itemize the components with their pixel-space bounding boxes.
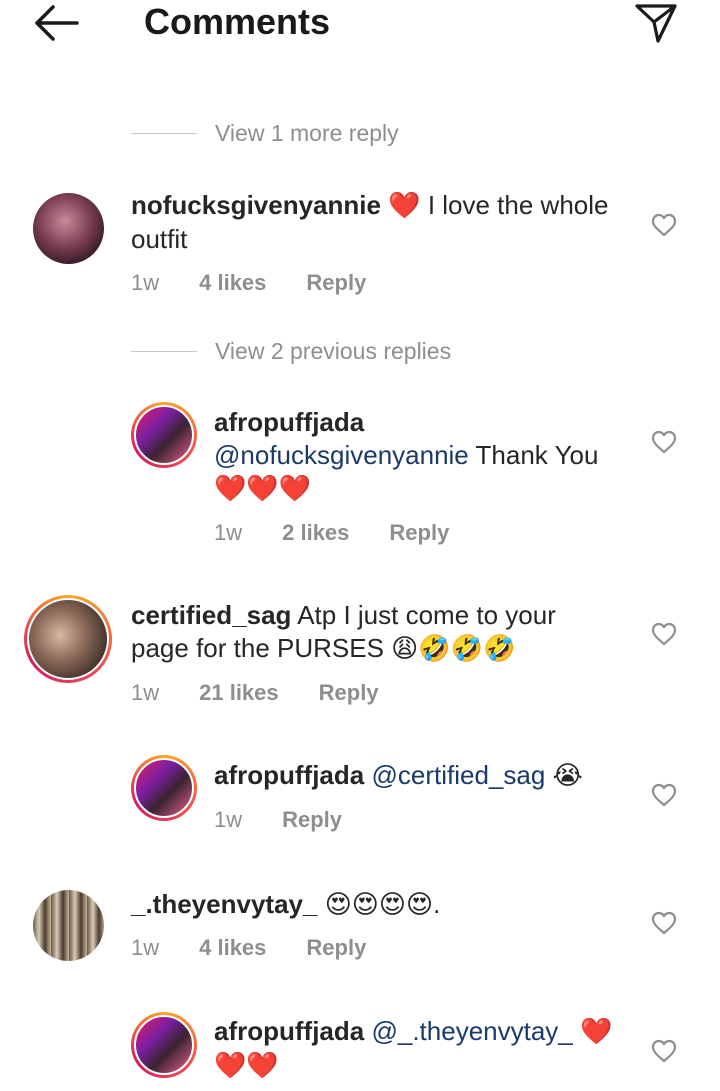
comment-username[interactable]: nofucksgivenyannie <box>131 190 381 220</box>
comment-meta: 1w 2 likes Reply <box>214 520 449 546</box>
avatar[interactable] <box>24 595 112 683</box>
send-icon <box>635 4 677 43</box>
heart-like-icon[interactable] <box>651 1039 677 1063</box>
comment-username[interactable]: afropuffjada <box>214 1016 364 1046</box>
mention-link[interactable]: @certified_sag <box>371 760 545 790</box>
avatar[interactable] <box>33 193 104 264</box>
avatar-image <box>27 598 109 680</box>
comment-body-cont: outfit <box>131 224 188 254</box>
mention-link[interactable]: @_.theyenvytay_ <box>371 1016 572 1046</box>
comment-body: . <box>433 889 441 919</box>
comment-time: 1w <box>131 680 160 705</box>
avatar[interactable] <box>131 402 197 468</box>
comment-body: Thank You <box>475 440 599 470</box>
avatar-image <box>134 405 194 465</box>
share-button[interactable] <box>632 0 680 46</box>
avatar[interactable] <box>131 755 197 821</box>
crying-emoji: 😭 <box>552 761 583 791</box>
divider-line <box>131 351 197 352</box>
avatar[interactable] <box>131 1012 197 1078</box>
comment-username[interactable]: certified_sag <box>131 600 291 630</box>
comment-time: 1w <box>214 807 243 832</box>
comment-text: nofucksgivenyannie ❤️ I love the whole o… <box>131 189 631 256</box>
avatar-image <box>134 1015 194 1075</box>
reply-text: afropuffjada @certified_sag 😭 <box>214 759 634 793</box>
heart-like-icon[interactable] <box>651 911 677 935</box>
comment-text: certified_sag Atp I just come to your pa… <box>131 599 631 666</box>
comment-meta: 1w 4 likes Reply <box>131 270 366 296</box>
avatar-image <box>134 758 194 818</box>
view-previous-replies-label: View 2 previous replies <box>215 338 452 364</box>
comment-body: Atp I just come to your <box>297 600 556 630</box>
heart-like-icon[interactable] <box>651 430 677 454</box>
comment-likes[interactable]: 2 likes <box>282 520 349 546</box>
comment-username[interactable]: afropuffjada <box>214 760 364 790</box>
comment-body-cont: page for the PURSES <box>131 633 384 663</box>
header-bar: Comments <box>0 0 720 50</box>
view-more-replies-button[interactable]: View 1 more reply <box>131 120 399 147</box>
page-title: Comments <box>144 1 331 42</box>
reply-button[interactable]: Reply <box>306 270 366 296</box>
view-more-replies-label: View 1 more reply <box>215 120 399 146</box>
comment-text: _.theyenvytay_ 😍😍😍😍. <box>131 888 631 922</box>
comment-time: 1w <box>131 935 160 960</box>
comment-likes[interactable]: 4 likes <box>199 270 266 296</box>
emoji-group: 😩🤣🤣🤣 <box>391 634 516 664</box>
reply-button[interactable]: Reply <box>319 680 379 706</box>
reply-button[interactable]: Reply <box>282 807 342 833</box>
hearts-emoji: ❤️❤️ <box>214 1051 279 1081</box>
back-button[interactable] <box>30 2 82 44</box>
comment-likes[interactable]: 4 likes <box>199 935 266 961</box>
heart-like-icon[interactable] <box>651 622 677 646</box>
reply-text: afropuffjada @nofucksgivenyannie Thank Y… <box>214 406 634 506</box>
heart-eyes-emoji: 😍😍😍😍 <box>324 890 434 920</box>
hearts-emoji: ❤️❤️❤️ <box>214 474 312 504</box>
comment-meta: 1w 4 likes Reply <box>131 935 366 961</box>
comment-meta: 1w 21 likes Reply <box>131 680 379 706</box>
heart-emoji: ❤️ <box>580 1017 613 1047</box>
comment-time: 1w <box>131 270 160 295</box>
avatar[interactable] <box>33 890 104 961</box>
heart-like-icon[interactable] <box>651 213 677 237</box>
heart-like-icon[interactable] <box>651 783 677 807</box>
reply-button[interactable]: Reply <box>306 935 366 961</box>
back-arrow-icon <box>35 5 79 41</box>
view-previous-replies-button[interactable]: View 2 previous replies <box>131 338 451 365</box>
comment-likes[interactable]: 21 likes <box>199 680 279 706</box>
comment-time: 1w <box>214 520 243 545</box>
reply-text: afropuffjada @_.theyenvytay_ ❤️ ❤️❤️ <box>214 1015 634 1083</box>
comment-username[interactable]: _.theyenvytay_ <box>131 889 317 919</box>
comment-meta: 1w Reply <box>214 807 342 833</box>
comment-body: I love the whole <box>427 190 609 220</box>
comment-username[interactable]: afropuffjada <box>214 407 364 437</box>
mention-link[interactable]: @nofucksgivenyannie <box>214 440 469 470</box>
reply-button[interactable]: Reply <box>389 520 449 546</box>
heart-emoji: ❤️ <box>388 191 421 221</box>
divider-line <box>131 133 197 134</box>
